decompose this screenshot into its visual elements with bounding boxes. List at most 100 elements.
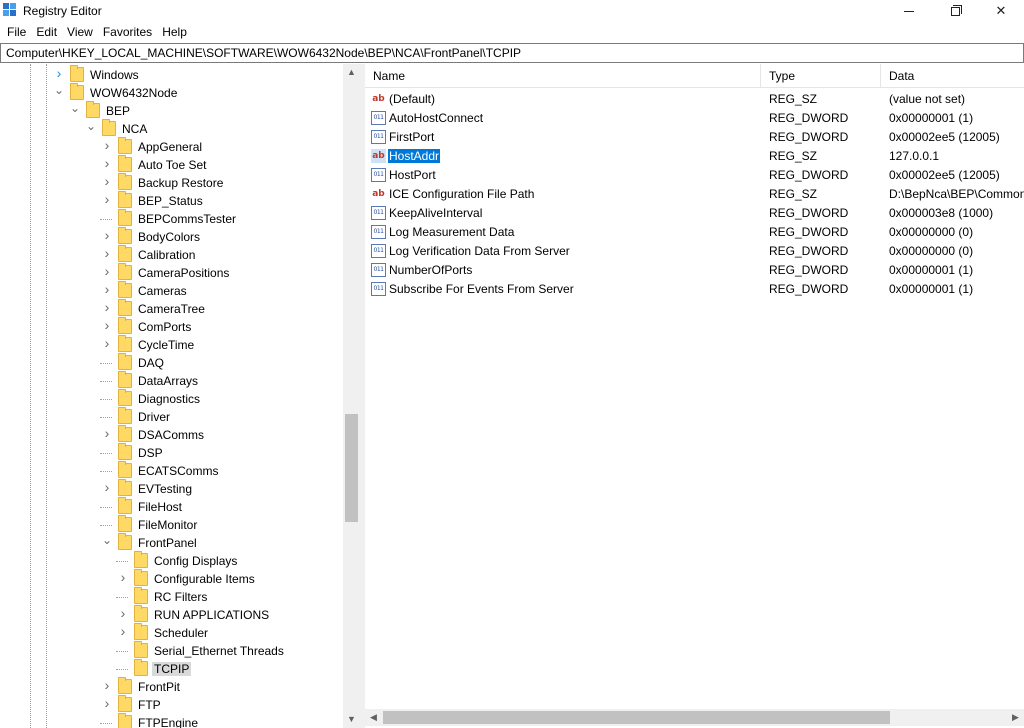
chevron-down-icon[interactable]: ⌄	[54, 84, 64, 96]
chevron-down-icon[interactable]: ⌄	[86, 120, 96, 132]
tree-vertical-scrollbar[interactable]: ▲ ▼	[343, 64, 360, 728]
chevron-right-icon[interactable]: ›	[102, 156, 112, 170]
tree-item-scheduler[interactable]: › Scheduler	[0, 623, 343, 642]
tree-item-evtesting[interactable]: › EVTesting	[0, 479, 343, 498]
tree-item-configurable-items[interactable]: › Configurable Items	[0, 569, 343, 588]
chevron-right-icon[interactable]: ›	[102, 696, 112, 710]
chevron-right-icon[interactable]: ›	[102, 228, 112, 242]
column-header-name[interactable]: Name	[365, 64, 761, 88]
value-row[interactable]: 011 HostPort REG_DWORD 0x00002ee5 (12005)	[365, 166, 1024, 185]
value-row[interactable]: 011 KeepAliveInterval REG_DWORD 0x000003e8 …	[365, 204, 1024, 223]
tree-item-cameras[interactable]: › Cameras	[0, 281, 343, 300]
value-row[interactable]: ab HostAddr REG_SZ 127.0.0.1	[365, 147, 1024, 166]
value-row[interactable]: 011 NumberOfPorts REG_DWORD 0x00000001 (1)	[365, 261, 1024, 280]
menu-edit[interactable]: Edit	[31, 22, 62, 42]
tree-item-driver[interactable]: Driver	[0, 407, 343, 426]
chevron-down-icon[interactable]: ⌄	[70, 102, 80, 114]
value-type: REG_SZ	[769, 187, 818, 201]
list-scroll-thumb[interactable]	[383, 711, 890, 724]
value-row[interactable]: ab (Default) REG_SZ (value not set)	[365, 90, 1024, 109]
tree-item-ftpengine[interactable]: FTPEngine	[0, 713, 343, 728]
tree-item-filehost[interactable]: FileHost	[0, 497, 343, 516]
chevron-right-icon[interactable]: ›	[118, 606, 128, 620]
tree-item-bep-status[interactable]: › BEP_Status	[0, 191, 343, 210]
scroll-down-arrow-icon[interactable]: ▼	[343, 711, 360, 728]
close-button[interactable]: ✕	[978, 0, 1024, 22]
tree-item-run-applications[interactable]: › RUN APPLICATIONS	[0, 605, 343, 624]
chevron-right-icon[interactable]: ›	[102, 426, 112, 440]
chevron-right-icon[interactable]: ›	[102, 336, 112, 350]
tree-item-auto-toe-set[interactable]: › Auto Toe Set	[0, 155, 343, 174]
chevron-right-icon[interactable]: ›	[102, 138, 112, 152]
value-data: 0x00000001 (1)	[889, 263, 974, 277]
chevron-right-icon[interactable]: ›	[102, 192, 112, 206]
minimize-button[interactable]	[886, 0, 932, 22]
tree-item-dsacomms[interactable]: › DSAComms	[0, 425, 343, 444]
tree-item-cycletime[interactable]: › CycleTime	[0, 335, 343, 354]
value-row[interactable]: 011 Subscribe For Events From Server REG_D…	[365, 280, 1024, 299]
menu-help[interactable]: Help	[157, 22, 192, 42]
tree-item-comports[interactable]: › ComPorts	[0, 317, 343, 336]
chevron-right-icon[interactable]: ›	[102, 264, 112, 278]
value-row[interactable]: 011 Log Verification Data From Server REG_…	[365, 242, 1024, 261]
chevron-right-icon[interactable]: ›	[118, 570, 128, 584]
tree-item-camerapositions[interactable]: › CameraPositions	[0, 263, 343, 282]
tree-scroll-thumb[interactable]	[345, 414, 358, 522]
tree-item-nca[interactable]: ⌄ NCA	[0, 119, 343, 138]
values-list-pane[interactable]: Name Type Data ab (Default) REG_SZ (value n…	[365, 64, 1024, 728]
tree-item-backup-restore[interactable]: › Backup Restore	[0, 173, 343, 192]
tree-item-daq[interactable]: DAQ	[0, 353, 343, 372]
tree-item-bep[interactable]: ⌄ BEP	[0, 101, 343, 120]
chevron-right-icon[interactable]: ›	[102, 174, 112, 188]
scroll-up-arrow-icon[interactable]: ▲	[343, 64, 360, 81]
menu-favorites[interactable]: Favorites	[98, 22, 157, 42]
chevron-right-icon[interactable]: ›	[102, 318, 112, 332]
value-row[interactable]: 011 Log Measurement Data REG_DWORD 0x000000…	[365, 223, 1024, 242]
tree-item-diagnostics[interactable]: Diagnostics	[0, 389, 343, 408]
tree-item-bodycolors[interactable]: › BodyColors	[0, 227, 343, 246]
menu-file[interactable]: File	[2, 22, 31, 42]
list-horizontal-scrollbar[interactable]: ◀ ▶	[365, 709, 1024, 726]
chevron-down-icon[interactable]: ⌄	[102, 534, 112, 546]
string-value-icon: ab	[372, 189, 385, 199]
tree-item-wow6432node[interactable]: ⌄ WOW6432Node	[0, 83, 343, 102]
tree-connector-line	[116, 561, 128, 562]
chevron-right-icon[interactable]: ›	[54, 66, 64, 80]
tree-item-frontpanel[interactable]: ⌄ FrontPanel	[0, 533, 343, 552]
tree-item-dataarrays[interactable]: DataArrays	[0, 371, 343, 390]
tree-item-ftp[interactable]: › FTP	[0, 695, 343, 714]
tree-item-filemonitor[interactable]: FileMonitor	[0, 515, 343, 534]
chevron-right-icon[interactable]: ›	[102, 282, 112, 296]
tree-item-ecatscomms[interactable]: ECATSComms	[0, 461, 343, 480]
column-header-type[interactable]: Type	[761, 64, 881, 88]
tree-item-appgeneral[interactable]: › AppGeneral	[0, 137, 343, 156]
restore-button[interactable]	[932, 0, 978, 22]
tree-item-config-displays[interactable]: Config Displays	[0, 551, 343, 570]
chevron-right-icon[interactable]: ›	[102, 300, 112, 314]
tree-item-label: RUN APPLICATIONS	[154, 608, 270, 622]
value-row[interactable]: 011 AutoHostConnect REG_DWORD 0x00000001 (1…	[365, 109, 1024, 128]
tree-item-serial-ethernet-threads[interactable]: Serial_Ethernet Threads	[0, 641, 343, 660]
tree-item-bepcommstester[interactable]: BEPCommsTester	[0, 209, 343, 228]
tree-item-calibration[interactable]: › Calibration	[0, 245, 343, 264]
value-data: 127.0.0.1	[889, 149, 940, 163]
tree-item-frontpit[interactable]: › FrontPit	[0, 677, 343, 696]
scroll-right-arrow-icon[interactable]: ▶	[1007, 709, 1024, 726]
folder-icon	[70, 65, 84, 82]
tree-item-dsp[interactable]: DSP	[0, 443, 343, 462]
chevron-right-icon[interactable]: ›	[102, 678, 112, 692]
chevron-right-icon[interactable]: ›	[102, 246, 112, 260]
value-row[interactable]: 011 FirstPort REG_DWORD 0x00002ee5 (12005)	[365, 128, 1024, 147]
column-header-data[interactable]: Data	[881, 64, 1024, 88]
tree-item-tcpip[interactable]: TCPIP	[0, 659, 343, 678]
chevron-right-icon[interactable]: ›	[118, 624, 128, 638]
menu-view[interactable]: View	[62, 22, 98, 42]
tree-item-cameratree[interactable]: › CameraTree	[0, 299, 343, 318]
tree-item-windows[interactable]: › Windows	[0, 65, 343, 84]
value-row[interactable]: ab ICE Configuration File Path REG_SZ D:\Be…	[365, 185, 1024, 204]
address-bar[interactable]: Computer\HKEY_LOCAL_MACHINE\SOFTWARE\WOW…	[0, 43, 1024, 63]
scroll-left-arrow-icon[interactable]: ◀	[365, 709, 382, 726]
tree-item-rc-filters[interactable]: RC Filters	[0, 587, 343, 606]
key-tree-pane[interactable]: › Windows ⌄ WOW6432Node ⌄ BEP ⌄ NCA › AppGeneral ›…	[0, 64, 360, 728]
chevron-right-icon[interactable]: ›	[102, 480, 112, 494]
